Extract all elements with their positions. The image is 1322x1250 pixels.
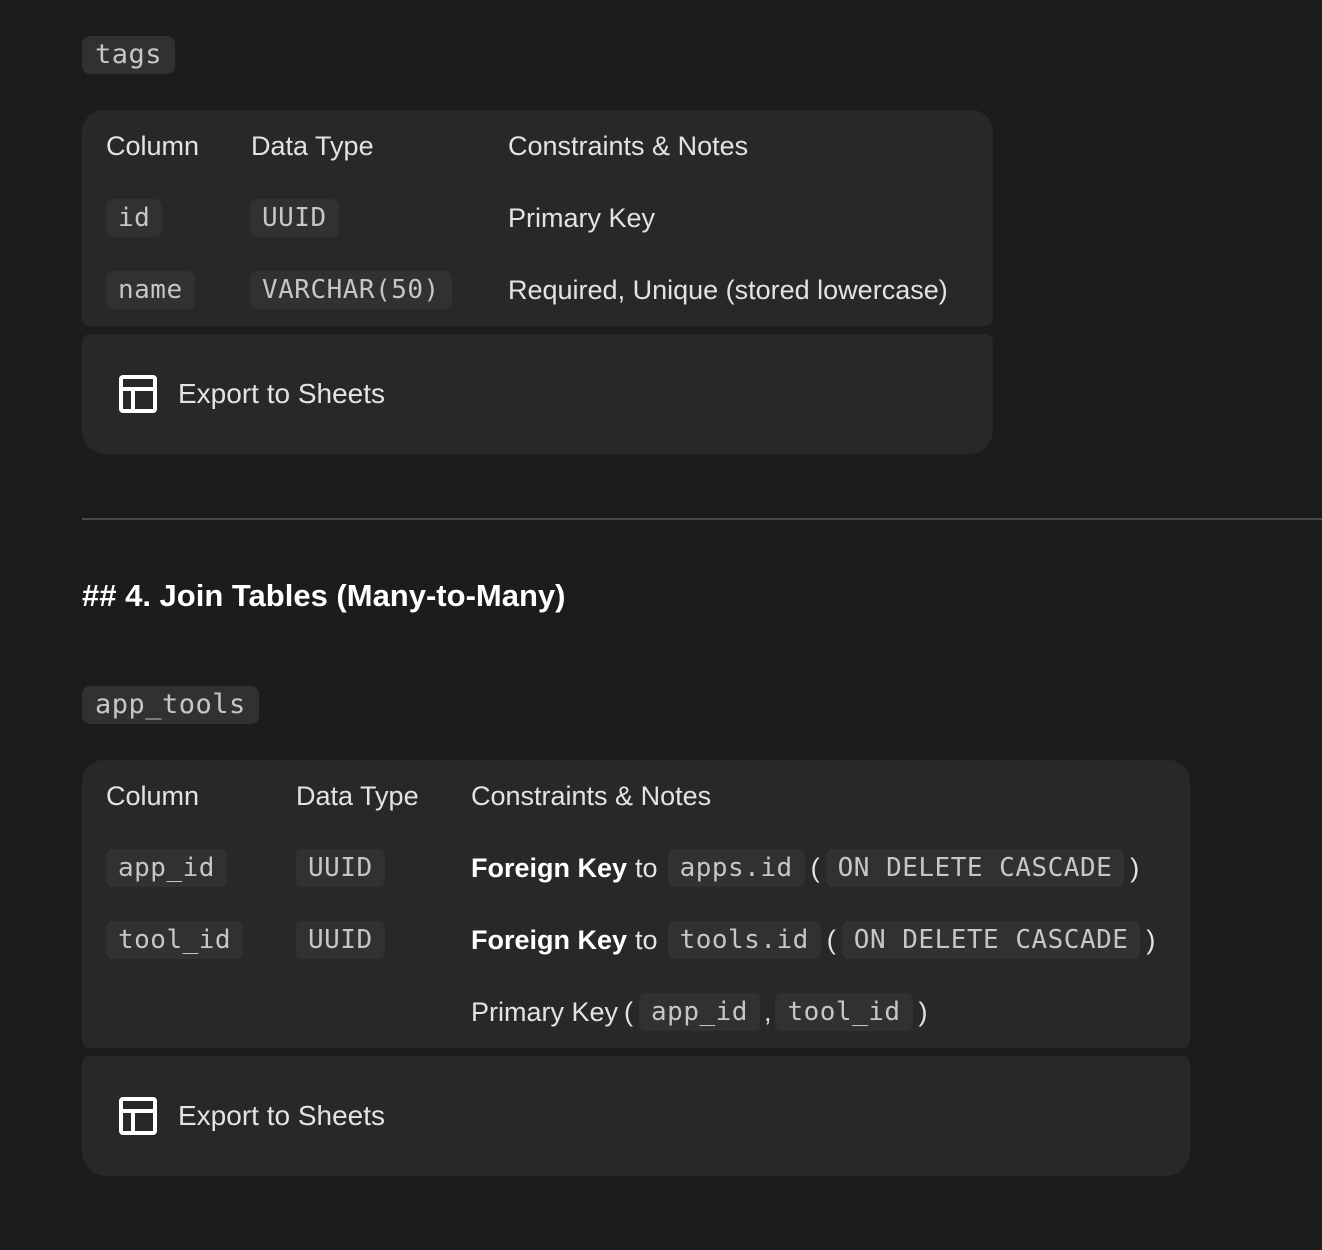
reference-column: apps.id: [667, 849, 805, 887]
export-label: Export to Sheets: [178, 378, 386, 409]
table-row: tool_id: [106, 920, 244, 960]
to-text: to: [635, 924, 658, 955]
close-paren: ): [918, 996, 928, 1027]
data-type: UUID: [296, 920, 385, 960]
pk-column-2: tool_id: [775, 993, 913, 1031]
export-to-sheets-button[interactable]: Export to Sheets: [82, 1056, 1190, 1176]
table-row: app_id: [106, 848, 227, 888]
header-column: Column: [106, 130, 200, 161]
column-name: tool_id: [106, 921, 244, 959]
data-type: UUID: [296, 848, 385, 888]
app-tools-schema-table: Column Data Type Constraints & Notes app…: [82, 760, 1190, 1048]
on-delete-action: ON DELETE CASCADE: [825, 849, 1125, 887]
foreign-key-label: Foreign Key: [471, 924, 628, 955]
table-row: id: [106, 198, 163, 238]
reference-column: tools.id: [667, 921, 821, 959]
data-type-value: VARCHAR(50): [250, 271, 452, 309]
constraint-note: Primary Key ( app_id , tool_id ): [471, 992, 930, 1032]
column-name: id: [106, 199, 163, 237]
constraint-note: Foreign Key to tools.id ( ON DELETE CASC…: [471, 920, 1157, 960]
header-constraints: Constraints & Notes: [508, 130, 749, 161]
constraint-note: Primary Key: [508, 202, 656, 233]
table-row: name: [106, 270, 195, 310]
table-name-app-tools: app_tools: [82, 686, 259, 724]
tags-schema-table: Column Data Type Constraints & Notes id …: [82, 110, 993, 326]
table-icon: [118, 374, 158, 414]
export-to-sheets-button[interactable]: Export to Sheets: [82, 334, 993, 454]
close-paren: ): [1130, 852, 1140, 883]
open-paren: (: [826, 924, 836, 955]
table-name-tags: tags: [82, 36, 176, 74]
data-type-value: UUID: [296, 849, 385, 887]
header-data-type: Data Type: [251, 130, 374, 161]
open-paren: (: [810, 852, 820, 883]
constraint-note: Foreign Key to apps.id ( ON DELETE CASCA…: [471, 848, 1141, 888]
primary-key-text: Primary Key: [471, 996, 619, 1027]
table-icon: [118, 1096, 158, 1136]
data-type: VARCHAR(50): [250, 270, 452, 310]
pk-column-1: app_id: [639, 993, 760, 1031]
to-text: to: [635, 852, 658, 883]
data-type-value: UUID: [250, 199, 339, 237]
section-divider: [82, 518, 1322, 520]
close-paren: ): [1146, 924, 1156, 955]
constraint-note: Required, Unique (stored lowercase): [508, 274, 948, 305]
data-type: UUID: [250, 198, 339, 238]
open-paren: (: [624, 996, 634, 1027]
column-name: app_id: [106, 849, 227, 887]
header-column: Column: [106, 780, 200, 811]
on-delete-action: ON DELETE CASCADE: [841, 921, 1141, 959]
export-label: Export to Sheets: [178, 1100, 386, 1131]
foreign-key-label: Foreign Key: [471, 852, 628, 883]
data-type-value: UUID: [296, 921, 385, 959]
header-data-type: Data Type: [296, 780, 419, 811]
header-constraints: Constraints & Notes: [471, 780, 712, 811]
separator: ,: [763, 996, 772, 1027]
section-heading: ## 4. Join Tables (Many-to-Many): [82, 578, 566, 613]
column-name: name: [106, 271, 195, 309]
